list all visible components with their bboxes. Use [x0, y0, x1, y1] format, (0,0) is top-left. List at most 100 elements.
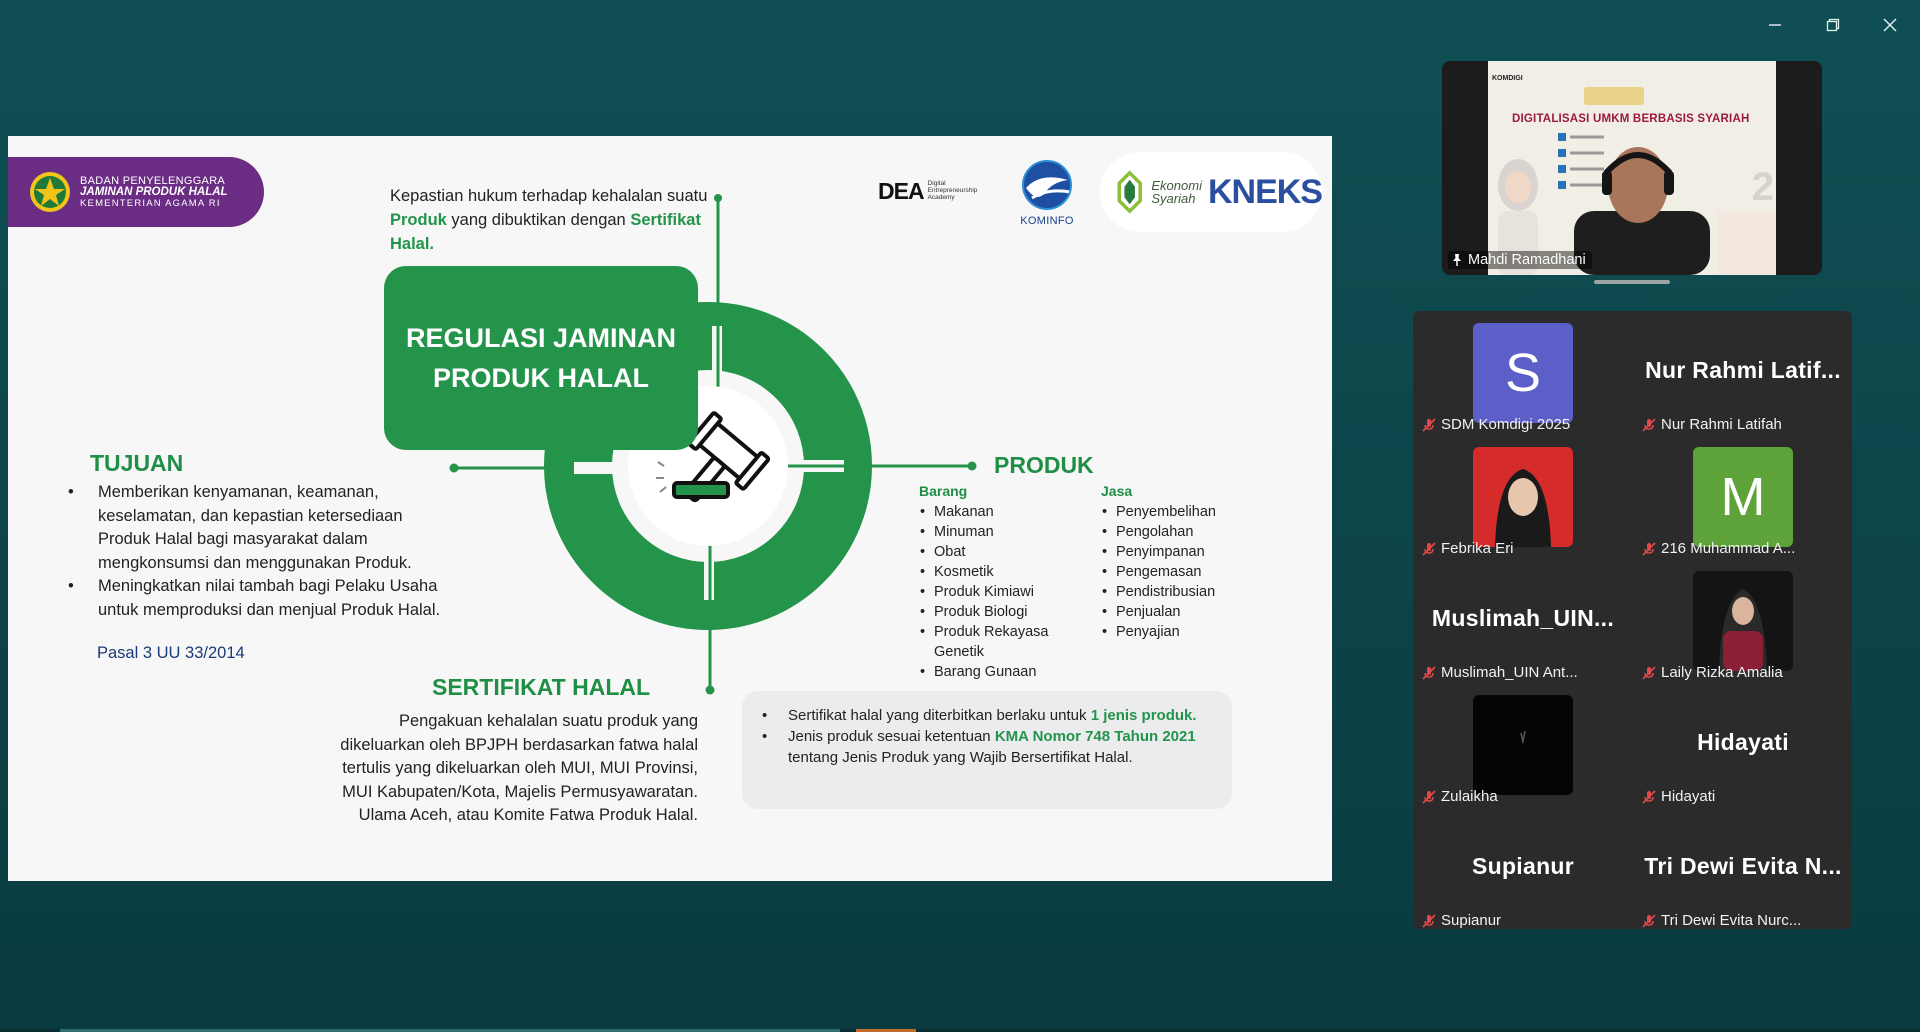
jasa-item: Penyembelihan [1101, 502, 1261, 522]
notes-box: Sertifikat halal yang diterbitkan berlak… [742, 691, 1232, 809]
barang-item: Produk Kimiawi [919, 582, 1069, 602]
dot-top [714, 194, 722, 202]
kneks-syariah: Syariah [1151, 191, 1196, 206]
participant-big-name: Nur Rahmi Latif... [1645, 357, 1841, 383]
caption-part1: Kepastian hukum terhadap kehalalan suatu [390, 187, 708, 205]
bpjph-logo-badge: BADAN PENYELENGGARA JAMINAN PRODUK HALAL… [8, 157, 264, 227]
slide-title-box: REGULASI JAMINAN PRODUK HALAL [384, 266, 698, 450]
close-button[interactable] [1875, 12, 1905, 38]
mic-muted-icon [1422, 541, 1436, 556]
participant-tile[interactable]: S SDM Komdigi 2025 [1413, 311, 1633, 435]
participant-label: Tri Dewi Evita Nurc... [1641, 912, 1801, 929]
jasa-item: Penyajian [1101, 622, 1261, 642]
note2-text: Jenis produk sesuai ketentuan [788, 728, 995, 745]
participant-photo [1719, 589, 1767, 671]
participant-label: Muslimah_UIN Ant... [1421, 664, 1578, 681]
mic-muted-icon [1642, 417, 1656, 432]
barang-item: Barang Gunaan [919, 662, 1069, 682]
kominfo-logo: KOMINFO [1012, 158, 1082, 227]
kominfo-emblem-icon [1022, 160, 1072, 210]
note1-text: Sertifikat halal yang diterbitkan berlak… [788, 707, 1091, 724]
bpjph-line2: JAMINAN PRODUK HALAL [80, 186, 228, 198]
participant-name: Nur Rahmi Latifah [1661, 416, 1782, 433]
participant-photo [1520, 730, 1526, 744]
note2-bold: KMA Nomor 748 Tahun 2021 [994, 728, 1196, 745]
kneks-emblem-icon [1117, 170, 1142, 214]
tujuan-list: Memberikan kenyamanan, keamanan, keselam… [66, 481, 446, 622]
shared-slide: BADAN PENYELENGGARA JAMINAN PRODUK HALAL… [8, 136, 1332, 881]
mic-muted-icon [1422, 913, 1436, 928]
participant-tile[interactable]: Muslimah_UIN... Muslimah_UIN Ant... [1413, 559, 1633, 683]
dea-logo-text: DEA [878, 178, 925, 204]
speaker-name: Mahdi Ramadhani [1468, 252, 1586, 268]
participant-label: Hidayati [1641, 788, 1715, 805]
participant-tile[interactable]: M 216 Muhammad A... [1633, 435, 1853, 559]
participant-big-name: Tri Dewi Evita N... [1644, 853, 1842, 879]
participant-big-name: Supianur [1471, 853, 1575, 879]
mic-muted-icon [1642, 541, 1656, 556]
jasa-item: Pendistribusian [1101, 582, 1261, 602]
restore-icon [1826, 18, 1840, 32]
kominfo-label: KOMINFO [1020, 215, 1074, 227]
participant-tile[interactable]: Hidayati Hidayati [1633, 683, 1853, 807]
jasa-item: Pengemasan [1101, 562, 1261, 582]
participant-label: 216 Muhammad A... [1641, 540, 1795, 557]
mic-muted-icon [1642, 913, 1656, 928]
speaker-name-label: Mahdi Ramadhani [1448, 251, 1592, 269]
barang-item: Makanan [919, 502, 1069, 522]
minimize-icon [1769, 24, 1781, 26]
minimize-button[interactable] [1760, 12, 1790, 38]
barang-item: Kosmetik [919, 562, 1069, 582]
participant-name: Supianur [1441, 912, 1502, 929]
bpjph-emblem-icon [30, 172, 70, 212]
panel-scroll-handle[interactable] [1594, 280, 1670, 284]
barang-list: Makanan Minuman Obat Kosmetik Produk Kim… [919, 502, 1069, 682]
participant-name: Tri Dewi Evita Nurc... [1661, 912, 1802, 929]
participant-tile[interactable]: Laily Rizka Amalia [1633, 559, 1853, 683]
participant-photo [1495, 469, 1551, 547]
jasa-list: Penyembelihan Pengolahan Penyimpanan Pen… [1101, 502, 1261, 642]
participant-tile[interactable]: Febrika Eri [1413, 435, 1633, 559]
barang-item: Obat [919, 542, 1069, 562]
note1-bold: 1 jenis produk. [1090, 707, 1197, 724]
dea-small-3: Academy [927, 193, 955, 201]
dot-right [967, 461, 977, 471]
barang-item: Produk Rekayasa Genetik [919, 622, 1069, 662]
jasa-heading: Jasa [1101, 483, 1133, 499]
participant-label: Laily Rizka Amalia [1641, 664, 1783, 681]
slide-title: REGULASI JAMINAN PRODUK HALAL [405, 323, 676, 393]
kneks-logo: Ekonomi Syariah KNEKS [1100, 152, 1323, 232]
participant-tile[interactable]: Tri Dewi Evita N... Tri Dewi Evita Nurc.… [1633, 807, 1853, 931]
note-item: Sertifikat halal yang diterbitkan berlak… [756, 705, 1216, 726]
top-caption: Kepastian hukum terhadap kehalalan suatu… [390, 184, 710, 256]
participant-tile[interactable]: Nur Rahmi Latif... Nur Rahmi Latifah [1633, 311, 1853, 435]
participant-big-name: Hidayati [1697, 729, 1789, 755]
participant-tile[interactable]: Supianur Supianur [1413, 807, 1633, 931]
dot-left [449, 463, 459, 473]
note2-post: tentang Jenis Produk yang Wajib Berserti… [788, 749, 1133, 766]
participant-label: Febrika Eri [1421, 540, 1514, 557]
barang-heading: Barang [919, 483, 968, 499]
tujuan-item: Memberikan kenyamanan, keamanan, keselam… [66, 481, 446, 575]
mic-muted-icon [1642, 665, 1656, 680]
participant-name: SDM Komdigi 2025 [1441, 416, 1571, 433]
participant-label: Supianur [1421, 912, 1501, 929]
caption-part2: yang dibuktikan dengan [446, 211, 631, 229]
kneks-logo-text: KNEKS [1207, 172, 1323, 211]
bpjph-line3: KEMENTERIAN AGAMA RI [80, 197, 221, 209]
mic-muted-icon [1642, 789, 1656, 804]
restore-button[interactable] [1818, 12, 1848, 38]
participant-tile[interactable]: Zulaikha [1413, 683, 1633, 807]
participant-name: Muslimah_UIN Ant... [1441, 664, 1578, 681]
speaker-video-tile[interactable]: KOMDIGI DIGITALISASI UMKM BERBASIS SYARI… [1442, 61, 1822, 275]
produk-heading: PRODUK [994, 452, 1094, 478]
participant-name: Hidayati [1661, 788, 1716, 805]
mic-muted-icon [1422, 417, 1436, 432]
participant-name: Febrika Eri [1441, 540, 1514, 557]
jasa-item: Pengolahan [1101, 522, 1261, 542]
mic-muted-icon [1422, 665, 1436, 680]
tujuan-heading: TUJUAN [90, 450, 184, 476]
jasa-item: Penjualan [1101, 602, 1261, 622]
pin-icon [1453, 254, 1461, 266]
participant-label: SDM Komdigi 2025 [1421, 416, 1570, 433]
